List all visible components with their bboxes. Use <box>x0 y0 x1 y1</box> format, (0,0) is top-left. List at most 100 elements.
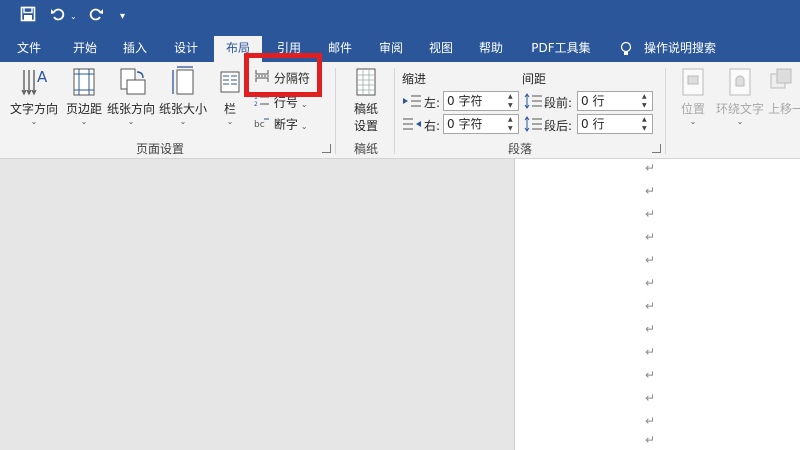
paragraph-mark: ↵ <box>645 345 656 359</box>
orientation-icon <box>120 68 146 95</box>
ribbon-tabs: 文件 开始 插入 设计 布局 引用 邮件 审阅 视图 帮助 PDF工具集 操作说… <box>0 36 800 62</box>
indent-right-value: 0 字符 <box>447 117 483 131</box>
spacing-after-label: 段后: <box>544 119 573 133</box>
spin-up-icon[interactable]: ▲ <box>508 93 516 101</box>
spin-up-icon[interactable]: ▲ <box>508 116 516 124</box>
group-divider <box>335 68 336 154</box>
paragraph-mark: ↵ <box>645 207 656 221</box>
tab-review[interactable]: 审阅 <box>368 36 414 62</box>
indent-title: 缩进 <box>402 72 427 86</box>
lightbulb-icon[interactable] <box>616 36 636 62</box>
tab-view[interactable]: 视图 <box>418 36 464 62</box>
margins-button[interactable]: 页边距 ⌄ <box>64 66 104 127</box>
customize-qat-icon[interactable]: ▾ <box>120 6 125 28</box>
indent-left-input[interactable]: 0 字符 ▲ ▼ <box>443 91 519 111</box>
paragraph-mark: ↵ <box>645 184 656 198</box>
hyphenation-icon: bc <box>254 114 270 136</box>
margins-label: 页边距 <box>65 102 102 116</box>
wrap-text-icon <box>729 68 751 96</box>
hyphenation-label: 断字 <box>273 117 298 132</box>
paragraph-mark: ↵ <box>645 414 656 428</box>
tell-me-search[interactable]: 操作说明搜索 <box>640 36 720 62</box>
chevron-down-icon: ⌄ <box>30 117 38 126</box>
tab-home[interactable]: 开始 <box>62 36 108 62</box>
spacing-title: 间距 <box>522 72 547 86</box>
draft-paper-button[interactable]: 稿纸 设置 <box>344 66 388 134</box>
spacing-after-icon <box>524 115 542 136</box>
document-area: ↵ ↵ ↵ ↵ ↵ ↵ ↵ ↵ ↵ ↵ ↵ ↵ ↵ <box>0 159 800 450</box>
line-numbers-label: 行号 <box>273 95 298 110</box>
tab-design[interactable]: 设计 <box>163 36 209 62</box>
spacing-after-value: 0 行 <box>581 117 605 131</box>
spin-up-icon[interactable]: ▲ <box>642 116 650 124</box>
bring-forward-label: 上移一 <box>768 102 800 116</box>
wrap-text-label: 环绕文字 <box>715 102 764 116</box>
columns-button[interactable]: 栏 ⌄ <box>216 66 244 127</box>
indent-left-value: 0 字符 <box>447 94 483 108</box>
paragraph-mark: ↵ <box>645 368 656 382</box>
chevron-down-icon: ⌄ <box>179 117 187 126</box>
undo-dropdown-icon[interactable]: ⌄ <box>70 6 77 28</box>
group-divider <box>665 68 666 154</box>
title-bar: ⌄ ▾ <box>0 0 800 36</box>
spacing-before-input[interactable]: 0 行 ▲ ▼ <box>577 91 653 111</box>
spin-down-icon[interactable]: ▼ <box>508 102 516 110</box>
svg-text:A: A <box>37 68 48 86</box>
tab-help[interactable]: 帮助 <box>468 36 514 62</box>
spacing-after-input[interactable]: 0 行 ▲ ▼ <box>577 114 653 134</box>
position-label: 位置 <box>680 102 705 116</box>
paragraph-group-label: 段落 <box>507 142 532 156</box>
tab-insert[interactable]: 插入 <box>112 36 158 62</box>
undo-icon[interactable] <box>50 6 66 28</box>
document-page[interactable]: ↵ ↵ ↵ ↵ ↵ ↵ ↵ ↵ ↵ ↵ ↵ ↵ ↵ <box>514 159 800 450</box>
orientation-button[interactable]: 纸张方向 ⌄ <box>106 66 156 127</box>
page-setup-group-label: 页面设置 <box>135 142 184 156</box>
text-direction-label: 文字方向 <box>9 102 58 116</box>
spin-down-icon[interactable]: ▼ <box>508 125 516 133</box>
size-label: 纸张大小 <box>158 102 207 116</box>
tab-file[interactable]: 文件 <box>6 36 52 62</box>
spacing-before-label: 段前: <box>544 96 573 110</box>
indent-right-input[interactable]: 0 字符 ▲ ▼ <box>443 114 519 134</box>
position-button[interactable]: 位置 ⌄ <box>674 66 712 127</box>
wrap-text-button[interactable]: 环绕文字 ⌄ <box>714 66 766 127</box>
chevron-down-icon: ⌄ <box>300 99 308 109</box>
tab-pdf-tools[interactable]: PDF工具集 <box>525 36 597 62</box>
indent-right-label: 右: <box>424 119 441 133</box>
page-setup-launcher-icon[interactable] <box>322 144 331 153</box>
tab-mailings[interactable]: 邮件 <box>317 36 363 62</box>
chevron-down-icon: ⌄ <box>300 121 308 131</box>
text-direction-button[interactable]: A 文字方向 ⌄ <box>8 66 60 127</box>
paragraph-mark: ↵ <box>645 391 656 405</box>
breaks-highlight <box>244 53 322 97</box>
paragraph-mark: ↵ <box>645 299 656 313</box>
redo-icon[interactable] <box>88 6 104 28</box>
spin-down-icon[interactable]: ▼ <box>642 102 650 110</box>
hyphenation-button[interactable]: bc 断字 ⌄ <box>254 114 308 134</box>
draft-paper-group-label: 稿纸 <box>353 142 378 156</box>
paragraph-mark: ↵ <box>645 230 656 244</box>
columns-label: 栏 <box>223 102 236 116</box>
bring-forward-icon <box>770 68 792 89</box>
save-icon[interactable] <box>20 6 36 28</box>
indent-left-icon <box>403 94 421 111</box>
paragraph-mark: ↵ <box>645 322 656 336</box>
position-icon <box>682 68 704 96</box>
size-button[interactable]: 纸张大小 ⌄ <box>158 66 208 127</box>
ribbon-layout: A 文字方向 ⌄ 页边距 ⌄ 纸张方向 ⌄ 纸张大小 ⌄ 栏 ⌄ 分隔符 1 2… <box>0 62 800 159</box>
bring-forward-button[interactable]: 上移一 <box>768 66 800 117</box>
spacing-before-value: 0 行 <box>581 94 605 108</box>
chevron-down-icon: ⌄ <box>226 117 234 126</box>
margins-icon <box>73 68 95 96</box>
chevron-down-icon: ⌄ <box>736 117 744 126</box>
paragraph-launcher-icon[interactable] <box>652 144 661 153</box>
orientation-label: 纸张方向 <box>106 102 155 116</box>
paragraph-mark: ↵ <box>645 433 656 447</box>
svg-text:bc: bc <box>254 120 265 130</box>
spin-up-icon[interactable]: ▲ <box>642 93 650 101</box>
text-direction-icon: A <box>21 68 48 96</box>
group-divider <box>394 68 395 154</box>
paragraph-mark: ↵ <box>645 253 656 267</box>
paragraph-mark: ↵ <box>645 161 656 175</box>
spin-down-icon[interactable]: ▼ <box>642 125 650 133</box>
